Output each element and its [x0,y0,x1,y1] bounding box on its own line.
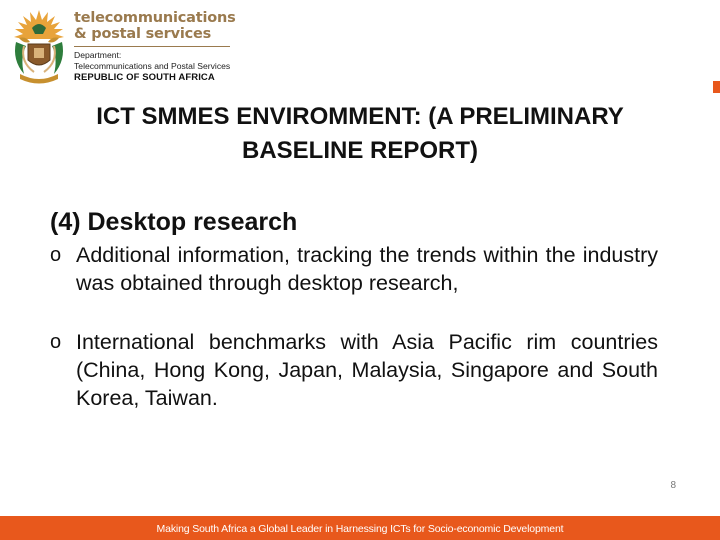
logo-divider [74,46,230,47]
country-name: REPUBLIC OF SOUTH AFRICA [74,72,215,83]
bullet-text: International benchmarks with Asia Pacif… [76,330,658,410]
logo-text: telecommunications & postal services Dep… [74,10,236,84]
corner-accent [713,81,720,93]
page-number: 8 [670,480,676,491]
bullet-item: o Additional information, tracking the t… [50,241,658,297]
brand-line-1: telecommunications [74,10,236,26]
footer-tagline: Making South Africa a Global Leader in H… [140,520,580,540]
slide-title: ICT SMMES ENVIROMMENT: (A PRELIMINARY BA… [30,100,690,168]
coat-of-arms-icon [14,10,64,84]
department-label: Department: [74,50,122,60]
department-name: Telecommunications and Postal Services [74,61,231,71]
bullet-text: Additional information, tracking the tre… [76,243,658,295]
section-heading: (4) Desktop research [50,208,298,236]
bullet-item: o International benchmarks with Asia Pac… [50,328,658,412]
slide-title-line-2: BASELINE REPORT) [241,137,478,164]
slide-title-line-1: ICT SMMES ENVIROMMENT: (A PRELIMINARY [96,103,624,130]
brand-line-2: & postal services [74,26,212,42]
department-logo: telecommunications & postal services Dep… [10,8,236,88]
bullet-marker-icon: o [50,244,62,266]
bullet-marker-icon: o [50,331,62,353]
